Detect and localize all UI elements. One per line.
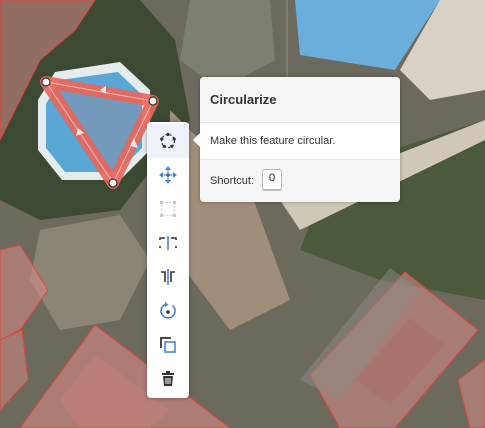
orthogonalize-icon: [160, 201, 176, 217]
vertex-handle[interactable]: [41, 77, 51, 87]
shortcut-key: O: [262, 169, 282, 191]
trash-icon: [162, 371, 174, 386]
reflect-short-button[interactable]: [147, 260, 189, 294]
vertex-handle[interactable]: [148, 96, 158, 106]
vertex-handle[interactable]: [108, 178, 118, 188]
rotate-icon: [160, 301, 176, 319]
copy-icon: [160, 337, 176, 353]
move-button[interactable]: [147, 158, 189, 192]
delete-button[interactable]: [147, 362, 189, 396]
edit-menu: [147, 122, 189, 398]
extract-button[interactable]: [147, 328, 189, 362]
reflect-short-icon: [161, 269, 175, 285]
circularize-button[interactable]: [147, 124, 189, 158]
shortcut-label: Shortcut:: [210, 175, 255, 187]
tooltip: Circularize Make this feature circular. …: [193, 77, 400, 202]
move-icon: [159, 166, 177, 184]
tooltip-heading: Circularize: [200, 77, 400, 123]
rotate-button[interactable]: [147, 294, 189, 328]
circularize-icon: [160, 132, 176, 149]
reflect-long-icon: [159, 236, 177, 250]
tooltip-arrow: [193, 133, 200, 147]
reflect-long-button[interactable]: [147, 226, 189, 260]
tooltip-description: Make this feature circular.: [210, 135, 336, 147]
tooltip-title: Circularize: [210, 92, 277, 107]
map-canvas[interactable]: [0, 0, 485, 428]
orthogonalize-button[interactable]: [147, 192, 189, 226]
